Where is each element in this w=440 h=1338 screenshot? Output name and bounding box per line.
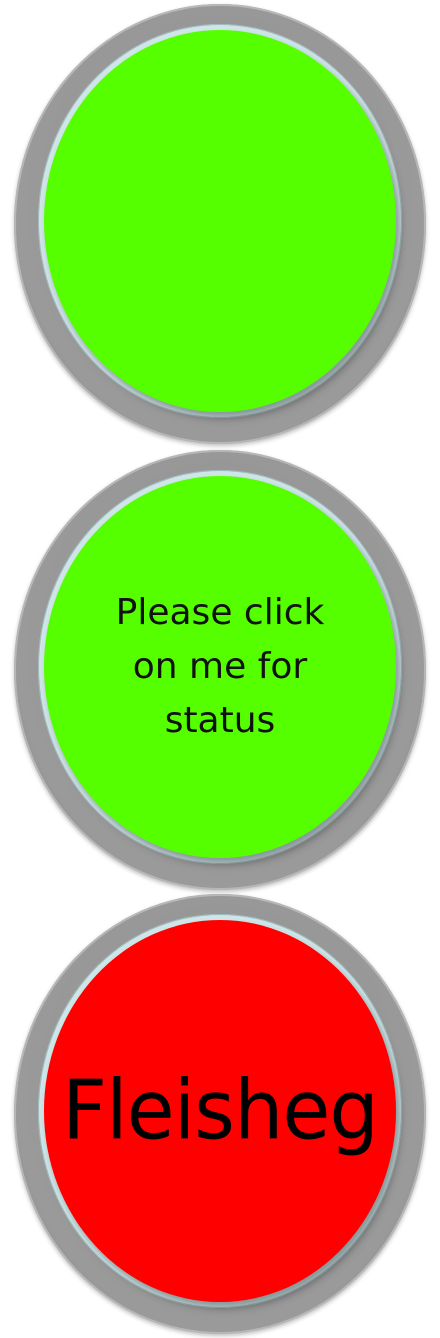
status-button-stack: Please click on me for status Fleisheg [0, 0, 440, 1338]
button-label: Please click on me for status [115, 592, 325, 741]
status-button-green-blank[interactable] [14, 4, 426, 444]
status-button-fleisheg[interactable]: Fleisheg [14, 894, 426, 1334]
button-label: Fleisheg [62, 1063, 379, 1159]
status-button-click-prompt[interactable]: Please click on me for status [14, 450, 426, 890]
button-face [44, 30, 396, 412]
button-face: Fleisheg [44, 920, 396, 1302]
button-face: Please click on me for status [44, 476, 396, 858]
